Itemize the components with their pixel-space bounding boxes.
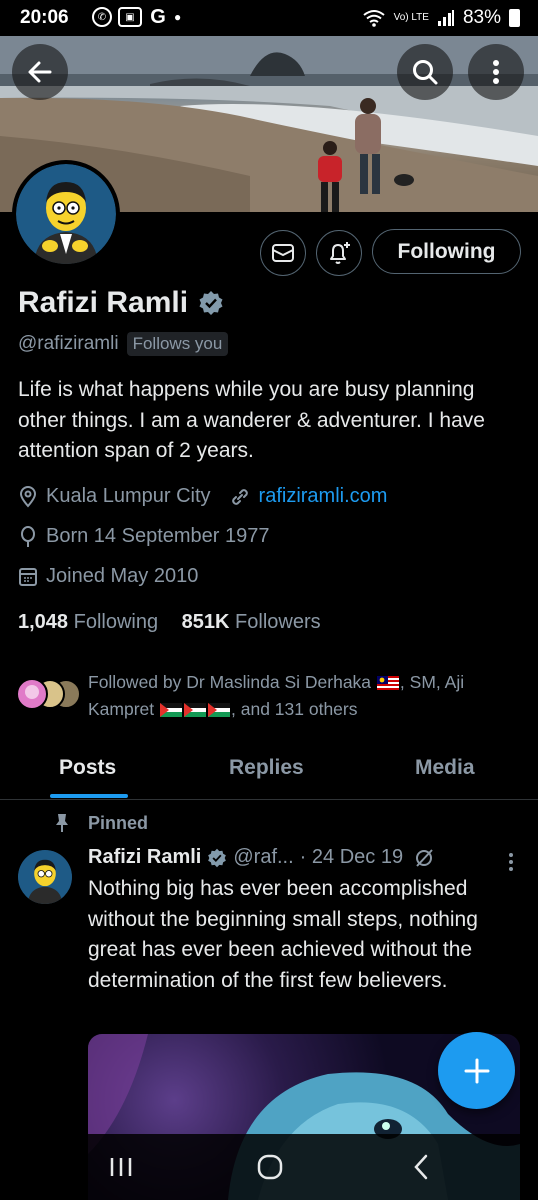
back-button[interactable]: [12, 44, 68, 100]
following-count-link[interactable]: 1,048 Following: [18, 611, 158, 633]
profile-name: Rafizi Ramli: [18, 286, 189, 319]
whatsapp-icon: ✆: [92, 7, 112, 27]
followers-count-link[interactable]: 851K Followers: [182, 611, 321, 633]
followed-by-avatars[interactable]: [14, 676, 82, 712]
more-options-button[interactable]: [468, 44, 524, 100]
avatar-cartoon-image: [16, 164, 116, 264]
wifi-icon: [362, 10, 385, 27]
notifications-button[interactable]: [316, 230, 362, 276]
post-more-icon[interactable]: [507, 852, 515, 872]
pin-icon: [56, 814, 68, 832]
palestine-flag-icon: [184, 703, 207, 718]
back-arrow-icon: [28, 61, 52, 83]
profile-joined: Joined May 2010: [46, 565, 199, 587]
post-date[interactable]: · 24 Dec 19: [300, 846, 403, 869]
profile-tabs: Posts Replies Media: [0, 744, 538, 800]
post-author-handle[interactable]: @raf...: [233, 846, 293, 869]
tab-replies[interactable]: Replies: [229, 756, 304, 780]
search-button[interactable]: [397, 44, 453, 100]
envelope-icon: [272, 244, 294, 262]
followed-by-suffix: , and 131 others: [231, 699, 358, 719]
home-icon[interactable]: [257, 1154, 283, 1180]
followed-by-prefix: Followed by Dr Maslinda Si Derhaka: [88, 672, 372, 692]
signal-icon: [437, 10, 454, 26]
handle-row: @rafiziramli Follows you: [18, 332, 229, 356]
post-header: Rafizi Ramli @raf... · 24 Dec 19: [88, 846, 435, 869]
following-button[interactable]: Following: [372, 229, 521, 274]
notification-icons: ✆ ▣ G ●: [92, 5, 182, 28]
compose-post-button[interactable]: [438, 1032, 515, 1109]
palestine-flag-icon: [208, 703, 231, 718]
tab-media[interactable]: Media: [415, 756, 475, 780]
profile-birthday: Born 14 September 1977: [46, 525, 270, 547]
profile-location: Kuala Lumpur City: [46, 485, 211, 507]
malaysia-flag-icon: [376, 676, 399, 691]
birthday-row: Born 14 September 1977: [18, 525, 270, 548]
location-pin-icon: [19, 485, 37, 508]
message-button[interactable]: [260, 230, 306, 276]
post-text: Nothing big has ever been accomplished w…: [88, 877, 478, 992]
profile-bio: Life is what happens while you are busy …: [18, 378, 485, 462]
grok-analyze-icon[interactable]: [413, 847, 435, 869]
palestine-flag-icon: [160, 703, 183, 718]
joined-row: Joined May 2010: [18, 565, 198, 588]
profile-name-row: Rafizi Ramli: [18, 286, 224, 320]
follow-counts: 1,048 Following 851K Followers: [18, 611, 321, 634]
profile-website-link[interactable]: rafiziramli.com: [259, 485, 388, 508]
bell-plus-icon: [330, 242, 350, 264]
followed-by-text[interactable]: Followed by Dr Maslinda Si Derhaka , SM,…: [88, 669, 518, 723]
more-vertical-icon: [493, 60, 499, 84]
battery-icon: [509, 9, 520, 27]
system-icons: Vo) LTE 83%: [362, 7, 520, 29]
status-time: 20:06: [20, 7, 69, 28]
tab-posts[interactable]: Posts: [59, 756, 116, 780]
location-website-row: Kuala Lumpur City rafiziramli.com: [18, 485, 387, 508]
balloon-icon: [21, 525, 35, 547]
battery-percent: 83%: [462, 7, 501, 28]
google-icon: G: [150, 5, 166, 28]
following-label: Following: [73, 611, 159, 633]
verified-badge-icon: [208, 848, 227, 867]
recent-apps-icon[interactable]: [108, 1156, 134, 1178]
nav-back-icon[interactable]: [412, 1154, 430, 1180]
profile-handle: @rafiziramli: [18, 333, 119, 354]
android-nav-bar: [0, 1134, 538, 1200]
calendar-icon: [19, 567, 37, 586]
link-icon: [231, 488, 248, 505]
pinned-label: Pinned: [88, 813, 149, 833]
dot-icon: ●: [174, 10, 182, 24]
active-tab-indicator: [50, 794, 128, 798]
post-author-name[interactable]: Rafizi Ramli: [88, 846, 201, 869]
post-author-avatar[interactable]: [18, 850, 72, 904]
verified-badge-icon[interactable]: [198, 290, 224, 316]
app-notification-icon: ▣: [118, 7, 142, 27]
profile-avatar[interactable]: [12, 160, 120, 268]
plus-icon: [464, 1058, 489, 1083]
follows-you-badge: Follows you: [126, 332, 229, 356]
followers-label: Followers: [235, 611, 321, 633]
followers-count: 851K: [181, 611, 230, 633]
avatar-cartoon-image: [18, 850, 72, 904]
following-count: 1,048: [18, 611, 69, 633]
network-label: Vo) LTE: [393, 12, 429, 23]
search-icon: [413, 60, 438, 85]
mutual-avatars-image: [16, 678, 81, 710]
status-bar: 20:06 ✆ ▣ G ● Vo) LTE 83%: [0, 0, 538, 36]
